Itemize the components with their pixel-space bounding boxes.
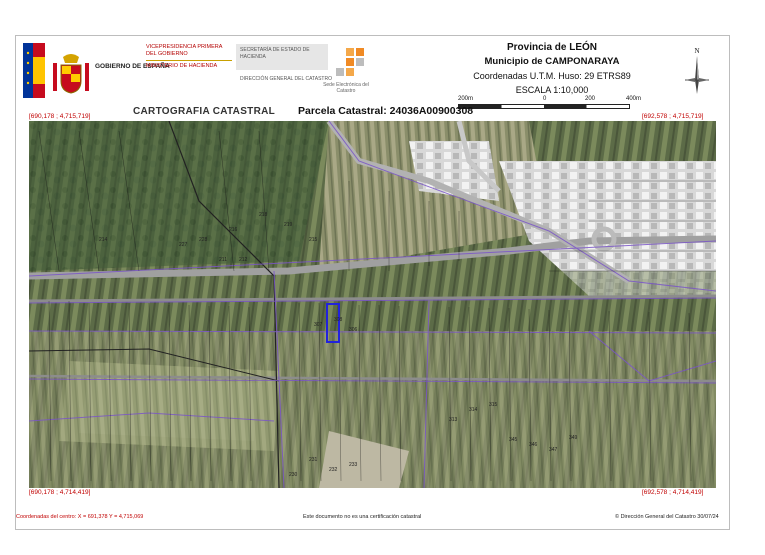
map-canvas: 214 215 216 218 219 230 231 232 233 313 … (29, 121, 716, 488)
parcel-label: 313 (449, 417, 458, 423)
parcel-label: 306 (349, 327, 358, 333)
scale-tick: 200 (585, 96, 596, 102)
parcel-label: 349 (569, 435, 578, 441)
parcel-label: 230 (289, 472, 298, 478)
parcel-label: 307 (314, 322, 323, 328)
parcel-label: 346 (529, 442, 538, 448)
parcel-label: 345 (509, 437, 518, 443)
parcel-label: 232 (329, 467, 338, 473)
cartografia-title: CARTOGRAFIA CATASTRAL (133, 106, 276, 117)
parcel-label: 218 (259, 212, 268, 218)
parcel-label: 216 (229, 227, 238, 233)
spain-eu-flag-icon (23, 43, 45, 98)
vicepresidencia-label: VICEPRESIDENCIA PRIMERA DEL GOBIERNO (146, 44, 223, 57)
vicepresidencia-block: VICEPRESIDENCIA PRIMERA DEL GOBIERNO MIN… (146, 44, 232, 70)
catastro-sheet: GOBIERNO DE ESPAÑA VICEPRESIDENCIA PRIME… (15, 35, 730, 530)
disclaimer: Este documento no es una certificación c… (303, 514, 422, 520)
parcel-label: 227 (179, 242, 188, 248)
parcel-label: 214 (99, 237, 108, 243)
provincia-title: Provincia de LEÓN (506, 42, 598, 53)
parcel-label: 211 (219, 257, 227, 263)
parcel-label: 233 (349, 462, 358, 468)
parcel-label: 228 (199, 237, 208, 243)
scale-tick: 0 (543, 96, 547, 102)
scale-tick: 400m (626, 96, 642, 102)
corner-bottom-right: [692,578 ; 4,714,419] (642, 489, 704, 496)
north-label: N (694, 47, 699, 55)
corner-top-left: [690,178 ; 4,715,719] (29, 113, 91, 120)
secretaria-label: SECRETARÍA DE ESTADO DE HACIENDA (236, 44, 328, 70)
orthophoto-map[interactable]: 214 215 216 218 219 230 231 232 233 313 … (29, 121, 716, 488)
parcela-title: Parcela Catastral: 24036A00900308 (298, 105, 474, 117)
header: GOBIERNO DE ESPAÑA VICEPRESIDENCIA PRIME… (16, 36, 729, 126)
parcel-label: 215 (309, 237, 318, 243)
scale-tick: 200m (458, 96, 474, 102)
corner-bottom-left: [690,178 ; 4,714,419] (29, 489, 91, 496)
coordenadas-text: Coordenadas U.T.M. Huso: 29 ETRS89 (473, 71, 631, 81)
scale-bar-graphic (458, 104, 630, 109)
corner-top-right: [692,578 ; 4,715,719] (642, 113, 704, 120)
municipio-title: Municipio de CAMPONARAYA (484, 56, 620, 67)
sede-logo: Sede Electrónica del Catastro (316, 44, 376, 99)
center-coordinates: Coordenadas del centro: X = 691,378 Y = … (16, 514, 144, 520)
parcel-label: 212 (239, 257, 248, 263)
ministerio-label: MINISTERIO DE HACIENDA (146, 63, 218, 69)
parcel-label: 314 (469, 407, 478, 413)
escala-text: ESCALA 1:10,000 (515, 85, 589, 95)
copyright: © Dirección General del Catastro 30/07/2… (615, 514, 719, 520)
parcel-label: 315 (489, 402, 498, 408)
parcel-label: 347 (549, 447, 558, 453)
sede-electronica-icon (336, 48, 364, 76)
coat-of-arms-icon (53, 54, 89, 94)
parcel-label: 231 (309, 457, 318, 463)
scale-bar: 200m 0 200 400m (448, 96, 648, 109)
parcel-label: 308 (334, 317, 343, 323)
parcel-label: 219 (284, 222, 293, 228)
sede-label: Sede Electrónica del Catastro (323, 82, 369, 94)
north-arrow-icon: N (685, 47, 709, 94)
